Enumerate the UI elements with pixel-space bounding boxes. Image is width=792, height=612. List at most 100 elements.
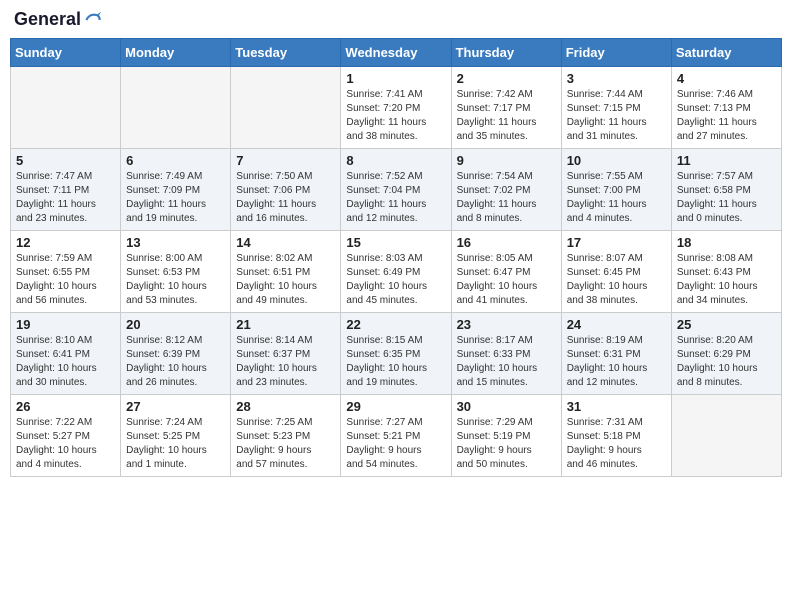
weekday-header-friday: Friday — [561, 39, 671, 67]
day-number: 24 — [567, 317, 666, 332]
weekday-header-wednesday: Wednesday — [341, 39, 451, 67]
day-info: Sunrise: 7:59 AM Sunset: 6:55 PM Dayligh… — [16, 252, 115, 308]
day-number: 16 — [457, 235, 556, 250]
calendar-cell — [11, 67, 121, 149]
day-info: Sunrise: 7:24 AM Sunset: 5:25 PM Dayligh… — [126, 416, 225, 472]
day-info: Sunrise: 7:57 AM Sunset: 6:58 PM Dayligh… — [677, 170, 776, 226]
day-number: 21 — [236, 317, 335, 332]
day-number: 12 — [16, 235, 115, 250]
calendar-cell: 29Sunrise: 7:27 AM Sunset: 5:21 PM Dayli… — [341, 395, 451, 477]
day-number: 13 — [126, 235, 225, 250]
day-number: 17 — [567, 235, 666, 250]
day-number: 6 — [126, 153, 225, 168]
calendar-cell: 5 Sunrise: 7:47 AM Sunset: 7:11 PM Daylig… — [11, 149, 121, 231]
day-number: 2 — [457, 71, 556, 86]
weekday-header-row: SundayMondayTuesdayWednesdayThursdayFrid… — [11, 39, 782, 67]
calendar-cell: 1 Sunrise: 7:41 AM Sunset: 7:20 PM Daylig… — [341, 67, 451, 149]
calendar-cell: 18 Sunrise: 8:08 AM Sunset: 6:43 PM Dayli… — [671, 231, 781, 313]
day-number: 19 — [16, 317, 115, 332]
calendar-cell: 9 Sunrise: 7:54 AM Sunset: 7:02 PM Daylig… — [451, 149, 561, 231]
calendar-cell: 6 Sunrise: 7:49 AM Sunset: 7:09 PM Daylig… — [121, 149, 231, 231]
calendar-week-1: 1 Sunrise: 7:41 AM Sunset: 7:20 PM Daylig… — [11, 67, 782, 149]
day-info: Sunrise: 8:12 AM Sunset: 6:39 PM Dayligh… — [126, 334, 225, 390]
calendar-week-2: 5 Sunrise: 7:47 AM Sunset: 7:11 PM Daylig… — [11, 149, 782, 231]
calendar-cell — [671, 395, 781, 477]
day-number: 18 — [677, 235, 776, 250]
calendar-cell: 8Sunrise: 7:52 AM Sunset: 7:04 PM Daylig… — [341, 149, 451, 231]
day-number: 10 — [567, 153, 666, 168]
calendar-cell: 19Sunrise: 8:10 AM Sunset: 6:41 PM Dayli… — [11, 313, 121, 395]
day-number: 9 — [457, 153, 556, 168]
day-info: Sunrise: 7:55 AM Sunset: 7:00 PM Dayligh… — [567, 170, 666, 226]
day-info: Sunrise: 7:25 AM Sunset: 5:23 PM Dayligh… — [236, 416, 335, 472]
calendar-week-4: 19Sunrise: 8:10 AM Sunset: 6:41 PM Dayli… — [11, 313, 782, 395]
day-number: 26 — [16, 399, 115, 414]
calendar-cell: 25 Sunrise: 8:20 AM Sunset: 6:29 PM Dayli… — [671, 313, 781, 395]
day-info: Sunrise: 7:29 AM Sunset: 5:19 PM Dayligh… — [457, 416, 556, 472]
day-number: 20 — [126, 317, 225, 332]
calendar-cell: 16Sunrise: 8:05 AM Sunset: 6:47 PM Dayli… — [451, 231, 561, 313]
day-info: Sunrise: 8:15 AM Sunset: 6:35 PM Dayligh… — [346, 334, 445, 390]
day-info: Sunrise: 7:50 AM Sunset: 7:06 PM Dayligh… — [236, 170, 335, 226]
day-number: 31 — [567, 399, 666, 414]
day-number: 1 — [346, 71, 445, 86]
day-info: Sunrise: 7:41 AM Sunset: 7:20 PM Dayligh… — [346, 88, 445, 144]
day-info: Sunrise: 8:07 AM Sunset: 6:45 PM Dayligh… — [567, 252, 666, 308]
calendar-cell: 12 Sunrise: 7:59 AM Sunset: 6:55 PM Dayli… — [11, 231, 121, 313]
calendar-week-5: 26 Sunrise: 7:22 AM Sunset: 5:27 PM Dayli… — [11, 395, 782, 477]
day-info: Sunrise: 7:42 AM Sunset: 7:17 PM Dayligh… — [457, 88, 556, 144]
day-number: 7 — [236, 153, 335, 168]
calendar-cell: 23Sunrise: 8:17 AM Sunset: 6:33 PM Dayli… — [451, 313, 561, 395]
logo-text: General — [14, 10, 105, 30]
day-number: 3 — [567, 71, 666, 86]
calendar-cell: 2 Sunrise: 7:42 AM Sunset: 7:17 PM Daylig… — [451, 67, 561, 149]
day-number: 4 — [677, 71, 776, 86]
calendar-week-3: 12 Sunrise: 7:59 AM Sunset: 6:55 PM Dayli… — [11, 231, 782, 313]
day-info: Sunrise: 7:52 AM Sunset: 7:04 PM Dayligh… — [346, 170, 445, 226]
calendar-cell: 15Sunrise: 8:03 AM Sunset: 6:49 PM Dayli… — [341, 231, 451, 313]
calendar-cell: 28 Sunrise: 7:25 AM Sunset: 5:23 PM Dayli… — [231, 395, 341, 477]
calendar-cell — [121, 67, 231, 149]
weekday-header-thursday: Thursday — [451, 39, 561, 67]
day-number: 27 — [126, 399, 225, 414]
day-number: 5 — [16, 153, 115, 168]
day-number: 25 — [677, 317, 776, 332]
day-info: Sunrise: 7:22 AM Sunset: 5:27 PM Dayligh… — [16, 416, 115, 472]
calendar-cell: 31 Sunrise: 7:31 AM Sunset: 5:18 PM Dayli… — [561, 395, 671, 477]
day-info: Sunrise: 8:02 AM Sunset: 6:51 PM Dayligh… — [236, 252, 335, 308]
calendar-cell: 21Sunrise: 8:14 AM Sunset: 6:37 PM Dayli… — [231, 313, 341, 395]
day-info: Sunrise: 8:08 AM Sunset: 6:43 PM Dayligh… — [677, 252, 776, 308]
calendar-cell: 26 Sunrise: 7:22 AM Sunset: 5:27 PM Dayli… — [11, 395, 121, 477]
weekday-header-saturday: Saturday — [671, 39, 781, 67]
logo: General — [14, 10, 105, 30]
day-info: Sunrise: 7:46 AM Sunset: 7:13 PM Dayligh… — [677, 88, 776, 144]
calendar-table: SundayMondayTuesdayWednesdayThursdayFrid… — [10, 38, 782, 477]
day-number: 28 — [236, 399, 335, 414]
weekday-header-tuesday: Tuesday — [231, 39, 341, 67]
calendar-cell: 22 Sunrise: 8:15 AM Sunset: 6:35 PM Dayli… — [341, 313, 451, 395]
day-number: 30 — [457, 399, 556, 414]
calendar-cell: 11 Sunrise: 7:57 AM Sunset: 6:58 PM Dayli… — [671, 149, 781, 231]
calendar-cell: 20 Sunrise: 8:12 AM Sunset: 6:39 PM Dayli… — [121, 313, 231, 395]
day-info: Sunrise: 8:20 AM Sunset: 6:29 PM Dayligh… — [677, 334, 776, 390]
day-number: 22 — [346, 317, 445, 332]
day-info: Sunrise: 7:54 AM Sunset: 7:02 PM Dayligh… — [457, 170, 556, 226]
day-info: Sunrise: 8:00 AM Sunset: 6:53 PM Dayligh… — [126, 252, 225, 308]
calendar-cell: 17 Sunrise: 8:07 AM Sunset: 6:45 PM Dayli… — [561, 231, 671, 313]
calendar-cell — [231, 67, 341, 149]
day-info: Sunrise: 7:44 AM Sunset: 7:15 PM Dayligh… — [567, 88, 666, 144]
day-info: Sunrise: 7:27 AM Sunset: 5:21 PM Dayligh… — [346, 416, 445, 472]
day-number: 11 — [677, 153, 776, 168]
calendar-cell: 7 Sunrise: 7:50 AM Sunset: 7:06 PM Daylig… — [231, 149, 341, 231]
day-info: Sunrise: 7:49 AM Sunset: 7:09 PM Dayligh… — [126, 170, 225, 226]
day-info: Sunrise: 7:47 AM Sunset: 7:11 PM Dayligh… — [16, 170, 115, 226]
logo-icon — [83, 10, 103, 30]
day-number: 15 — [346, 235, 445, 250]
page-header: General — [10, 10, 782, 30]
calendar-cell: 10 Sunrise: 7:55 AM Sunset: 7:00 PM Dayli… — [561, 149, 671, 231]
calendar-cell: 14Sunrise: 8:02 AM Sunset: 6:51 PM Dayli… — [231, 231, 341, 313]
day-info: Sunrise: 7:31 AM Sunset: 5:18 PM Dayligh… — [567, 416, 666, 472]
calendar-cell: 4 Sunrise: 7:46 AM Sunset: 7:13 PM Daylig… — [671, 67, 781, 149]
weekday-header-sunday: Sunday — [11, 39, 121, 67]
day-number: 23 — [457, 317, 556, 332]
